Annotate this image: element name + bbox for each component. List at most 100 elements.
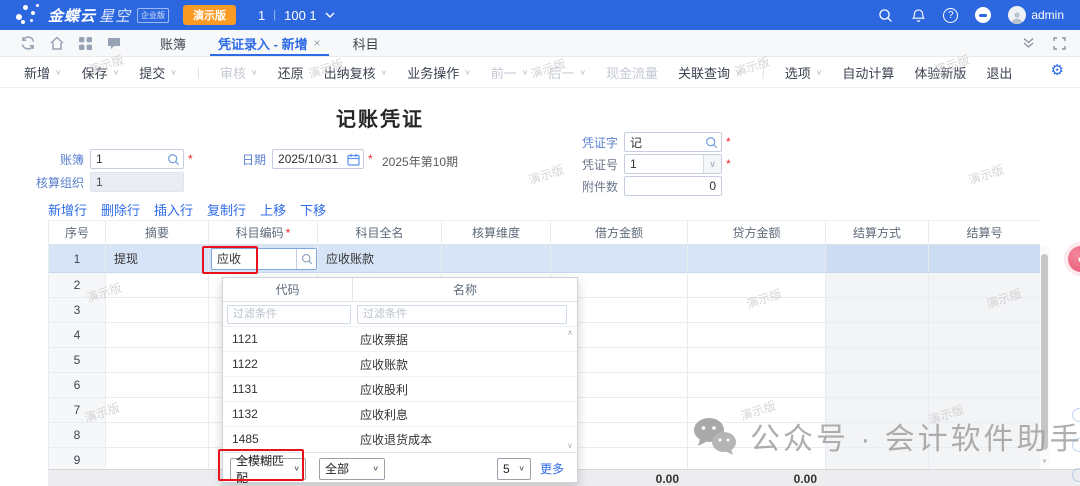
required-mark: * [286, 226, 291, 240]
empty-cell[interactable] [106, 373, 209, 398]
column-label: 核算维度 [472, 224, 520, 241]
sync-icon[interactable] [20, 35, 36, 51]
fullscreen-icon[interactable] [1053, 37, 1066, 50]
toolbar-submit-button[interactable]: 提交∨ [139, 63, 177, 82]
empty-cell[interactable] [688, 423, 826, 448]
empty-cell[interactable] [106, 423, 209, 448]
table-scrollbar[interactable] [1040, 246, 1049, 466]
calendar-icon[interactable] [347, 153, 360, 166]
empty-cell[interactable] [688, 323, 826, 348]
scope-select[interactable]: 全部∨ [319, 458, 385, 480]
match-mode-select[interactable]: 全模糊匹配∨ [230, 458, 306, 480]
voucher-word-lookup-icon[interactable] [705, 136, 718, 149]
chevron-down-icon: ∨ [113, 68, 120, 77]
row1-summary[interactable]: 提现 [106, 245, 209, 273]
row1-credit[interactable] [688, 245, 826, 273]
empty-cell[interactable] [106, 448, 209, 469]
toolbar-exit-button[interactable]: 退出 [986, 63, 1012, 82]
toolbar-save-button[interactable]: 保存∨ [82, 63, 120, 82]
chevron-down-icon: ∨ [522, 68, 529, 77]
collapse-toolbar-icon[interactable] [1022, 37, 1035, 49]
account-option-code: 1132 [223, 407, 353, 421]
settings-gear-icon[interactable]: ⚙ [1051, 63, 1064, 78]
toolbar-new-button[interactable]: 新增∨ [24, 63, 62, 82]
empty-cell[interactable] [688, 348, 826, 373]
column-label: 科目全名 [355, 224, 403, 241]
toolbar-auto-calc-button[interactable]: 自动计算 [842, 63, 894, 82]
copy-row-link[interactable]: 复制行 [207, 200, 246, 219]
column-label: 序号 [65, 224, 89, 241]
chevron-down-icon [325, 12, 335, 18]
toolbar-try-new-version-button[interactable]: 体验新版 [914, 63, 966, 82]
home-icon[interactable] [49, 35, 65, 51]
close-icon[interactable]: × [314, 36, 321, 50]
book-lookup-icon[interactable] [167, 153, 180, 166]
apps-grid-icon[interactable] [78, 36, 93, 51]
empty-cell[interactable] [688, 298, 826, 323]
account-option[interactable]: 1121应收票据 [223, 326, 577, 351]
empty-cell[interactable] [106, 323, 209, 348]
row-seq: 4 [49, 323, 106, 348]
account-option[interactable]: 1122应收账款 [223, 351, 577, 376]
toolbar-options-button[interactable]: 选项∨ [785, 63, 823, 82]
user-menu[interactable]: admin [1008, 6, 1064, 24]
empty-cell[interactable] [106, 298, 209, 323]
more-link[interactable]: 更多 [540, 460, 564, 477]
account-option[interactable]: 1131应收股利 [223, 376, 577, 401]
attachments-label: 附件数 [570, 178, 618, 195]
help-icon[interactable]: ? [943, 8, 958, 23]
voucher-no-select[interactable]: 1 ∨ [624, 154, 722, 174]
row1-debit[interactable] [551, 245, 688, 273]
add-row-link[interactable]: 新增行 [48, 200, 87, 219]
account-code-input[interactable]: 应收 [212, 249, 296, 269]
move-down-link[interactable]: 下移 [300, 200, 326, 219]
empty-cell[interactable] [688, 273, 826, 298]
toolbar-business-ops-button[interactable]: 业务操作∨ [407, 63, 471, 82]
search-icon[interactable] [877, 7, 893, 23]
tab-voucher-entry-new[interactable]: 凭证录入 - 新增× [202, 30, 337, 56]
brand-suffix: 星空 [99, 5, 131, 26]
toolbar-cashier-review-button[interactable]: 出纳复核∨ [324, 63, 388, 82]
floating-promo-icon[interactable]: ◐ [1068, 246, 1080, 272]
delete-row-link[interactable]: 删除行 [101, 200, 140, 219]
empty-cell[interactable] [106, 398, 209, 423]
code-filter-input[interactable] [227, 305, 351, 324]
toolbar-restore-button[interactable]: 还原 [278, 63, 304, 82]
page-size-select[interactable]: 5∨ [497, 458, 531, 480]
empty-cell[interactable] [688, 448, 826, 469]
scroll-down-icon[interactable]: ▼ [1040, 459, 1049, 465]
empty-cell [826, 398, 929, 423]
workspace-switcher[interactable]: 1 | 100 1 [258, 8, 335, 23]
floating-tool-icon[interactable] [1072, 408, 1080, 422]
notifications-bell-icon[interactable] [910, 7, 926, 23]
comment-icon[interactable] [106, 35, 122, 51]
account-option[interactable]: 1485应收退货成本 [223, 426, 577, 451]
account-option-name: 应收票据 [353, 331, 577, 348]
name-filter-input[interactable] [357, 305, 567, 324]
app-header: 金蝶云 星空 企业版 演示版 1 | 100 1 ? admin [0, 0, 1080, 30]
empty-cell[interactable] [688, 398, 826, 423]
account-option[interactable]: 1132应收利息 [223, 401, 577, 426]
kingdee-voucher-entry-window: 金蝶云 星空 企业版 演示版 1 | 100 1 ? admin [0, 0, 1080, 486]
account-lookup-icon[interactable] [296, 249, 316, 269]
dropdown-header: 代码 名称 [223, 278, 577, 302]
floating-tool-icon[interactable] [1072, 438, 1080, 452]
row1-dimension[interactable] [442, 245, 551, 273]
move-up-link[interactable]: 上移 [260, 200, 286, 219]
do-not-disturb-icon[interactable] [975, 7, 991, 23]
attachments-input[interactable] [624, 176, 722, 196]
toolbar-related-query-button[interactable]: 关联查询∨ [678, 63, 742, 82]
empty-cell[interactable] [106, 348, 209, 373]
tab-account-books[interactable]: 账簿 [144, 30, 202, 56]
table-row-selected[interactable]: 1 提现 应收 应收账款 [49, 245, 1040, 273]
row1-account-code-cell[interactable]: 应收 [209, 245, 318, 273]
insert-row-link[interactable]: 插入行 [154, 200, 193, 219]
empty-cell[interactable] [106, 273, 209, 298]
empty-cell[interactable] [688, 373, 826, 398]
demo-watermark: 演示版 [966, 161, 1006, 188]
chevron-down-icon: ∨ [816, 68, 823, 77]
required-mark: * [188, 152, 193, 166]
voucher-no-label: 凭证号 [570, 156, 618, 173]
tab-accounts[interactable]: 科目 [337, 30, 395, 56]
floating-tool-icon[interactable] [1072, 468, 1080, 482]
